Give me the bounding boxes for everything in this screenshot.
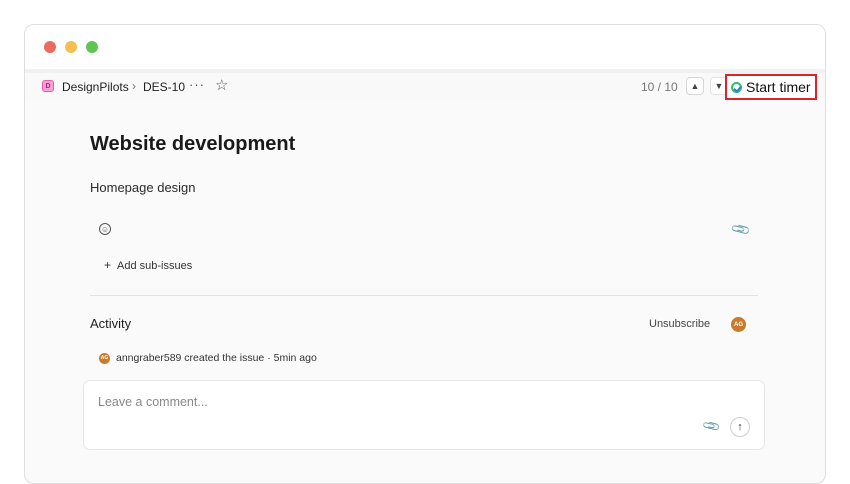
activity-log-item: AG anngraber589 created the issue · 5min… [99, 352, 317, 364]
breadcrumb-issue-id[interactable]: DES-10 [143, 80, 185, 94]
breadcrumb-separator: › [132, 79, 136, 93]
app-window: D DesignPilots › DES-10 ··· ☆ 10 / 10 ▲ … [24, 24, 826, 484]
subscriber-avatar[interactable]: AG [731, 317, 746, 332]
issue-toolbar: D DesignPilots › DES-10 ··· ☆ 10 / 10 ▲ … [25, 69, 825, 100]
comment-placeholder: Leave a comment... [98, 395, 208, 409]
breadcrumb-workspace[interactable]: DesignPilots [62, 80, 129, 94]
more-options-icon[interactable]: ··· [189, 77, 205, 92]
chevron-up-icon: ▲ [690, 81, 700, 91]
chevron-down-icon: ▼ [714, 81, 724, 91]
activity-heading: Activity [90, 316, 132, 331]
close-window-button[interactable] [44, 41, 56, 53]
start-timer-button[interactable]: Start timer [725, 74, 817, 100]
timer-check-icon [731, 81, 742, 93]
start-timer-label: Start timer [746, 79, 811, 95]
plus-icon: + [104, 258, 112, 272]
add-sub-issues-button[interactable]: + Add sub-issues [104, 258, 192, 272]
favorite-star-icon[interactable]: ☆ [215, 76, 228, 94]
arrow-up-icon: ↑ [737, 421, 743, 433]
add-sub-issues-label: Add sub-issues [117, 260, 193, 272]
add-reaction-icon[interactable]: ☺ [99, 223, 111, 235]
previous-issue-button[interactable]: ▲ [686, 77, 704, 95]
issue-title[interactable]: Website development [90, 133, 295, 156]
section-divider [90, 295, 758, 296]
attachment-icon[interactable]: 📎 [730, 219, 752, 241]
minimize-window-button[interactable] [65, 41, 77, 53]
user-avatar: AG [99, 352, 110, 364]
title-bar [25, 25, 825, 69]
maximize-window-button[interactable] [86, 41, 98, 53]
activity-log-text: anngraber589 created the issue · 5min ag… [116, 352, 317, 364]
comment-attachment-icon[interactable]: 📎 [701, 416, 721, 436]
workspace-icon: D [42, 80, 54, 92]
issue-description[interactable]: Homepage design [90, 180, 196, 195]
comment-input[interactable]: Leave a comment... 📎 ↑ [83, 380, 765, 450]
issue-counter: 10 / 10 [641, 80, 678, 94]
send-comment-button[interactable]: ↑ [730, 417, 750, 437]
unsubscribe-button[interactable]: Unsubscribe [649, 318, 710, 330]
